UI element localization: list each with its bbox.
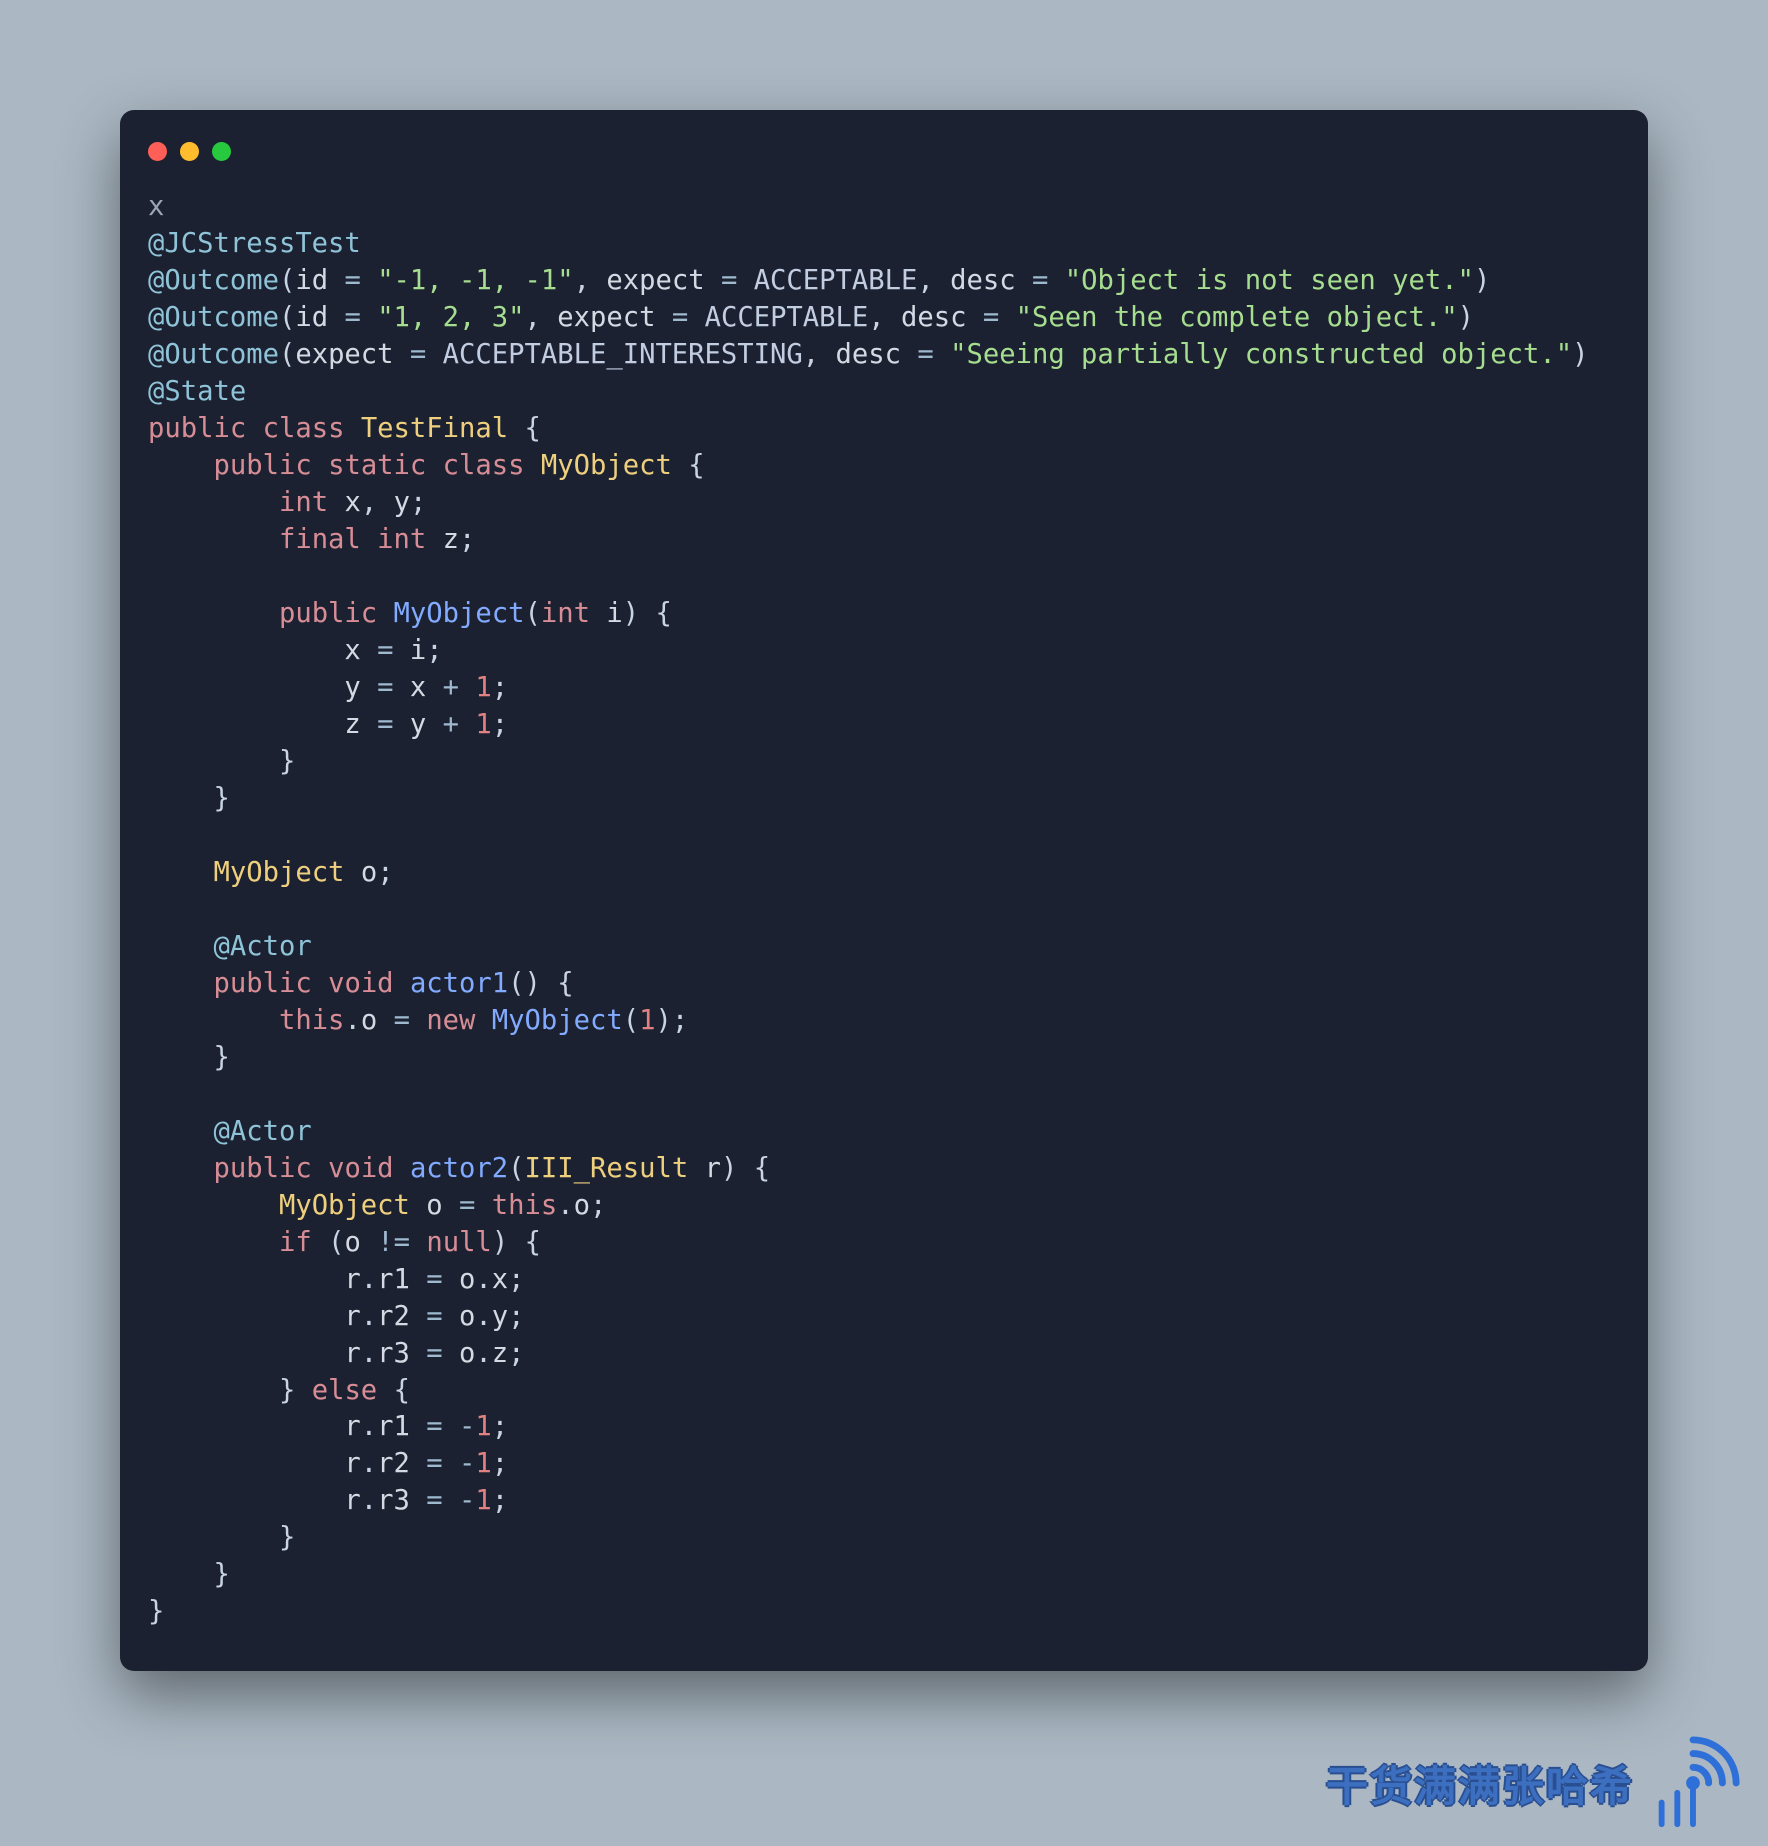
line-28: MyObject o = this.o; (148, 1190, 606, 1221)
maximize-icon[interactable] (212, 142, 231, 161)
code-window: x @JCStressTest @Outcome(id = "-1, -1, -… (120, 110, 1648, 1671)
line-2: @JCStressTest (148, 228, 361, 259)
line-24: } (148, 1042, 230, 1073)
line-14: y = x + 1; (148, 672, 508, 703)
line-23: this.o = new MyObject(1); (148, 1005, 688, 1036)
code-block: x @JCStressTest @Outcome(id = "-1, -1, -… (140, 189, 1628, 1631)
line-21: @Actor (148, 931, 312, 962)
line-27: public void actor2(III_Result r) { (148, 1153, 770, 1184)
line-19: MyObject o; (148, 857, 394, 888)
line-15: z = y + 1; (148, 709, 508, 740)
line-9: int x, y; (148, 487, 426, 518)
close-icon[interactable] (148, 142, 167, 161)
line-39: } (148, 1596, 164, 1627)
line-38: } (148, 1559, 230, 1590)
line-3: @Outcome(id = "-1, -1, -1", expect = ACC… (148, 265, 1490, 296)
watermark-text: 干货满满张哈希 (1326, 1753, 1634, 1814)
line-16: } (148, 746, 295, 777)
line-30: r.r1 = o.x; (148, 1264, 525, 1295)
line-34: r.r1 = -1; (148, 1411, 508, 1442)
line-4: @Outcome(id = "1, 2, 3", expect = ACCEPT… (148, 302, 1474, 333)
window-controls (140, 142, 1628, 189)
line-36: r.r3 = -1; (148, 1485, 508, 1516)
line-5: @Outcome(expect = ACCEPTABLE_INTERESTING… (148, 339, 1588, 370)
line-22: public void actor1() { (148, 968, 574, 999)
line-35: r.r2 = -1; (148, 1448, 508, 1479)
line-32: r.r3 = o.z; (148, 1338, 525, 1369)
line-13: x = i; (148, 635, 443, 666)
watermark: 干货满满张哈希 (1326, 1734, 1742, 1832)
line-12: public MyObject(int i) { (148, 598, 672, 629)
line-17: } (148, 783, 230, 814)
line-8: public static class MyObject { (148, 450, 705, 481)
line-37: } (148, 1522, 295, 1553)
line-29: if (o != null) { (148, 1227, 541, 1258)
line-1: x (148, 191, 164, 222)
line-26: @Actor (148, 1116, 312, 1147)
line-7: public class TestFinal { (148, 413, 541, 444)
minimize-icon[interactable] (180, 142, 199, 161)
line-10: final int z; (148, 524, 475, 555)
line-31: r.r2 = o.y; (148, 1301, 525, 1332)
line-33: } else { (148, 1375, 410, 1406)
line-6: @State (148, 376, 246, 407)
watermark-logo-icon (1644, 1734, 1742, 1832)
